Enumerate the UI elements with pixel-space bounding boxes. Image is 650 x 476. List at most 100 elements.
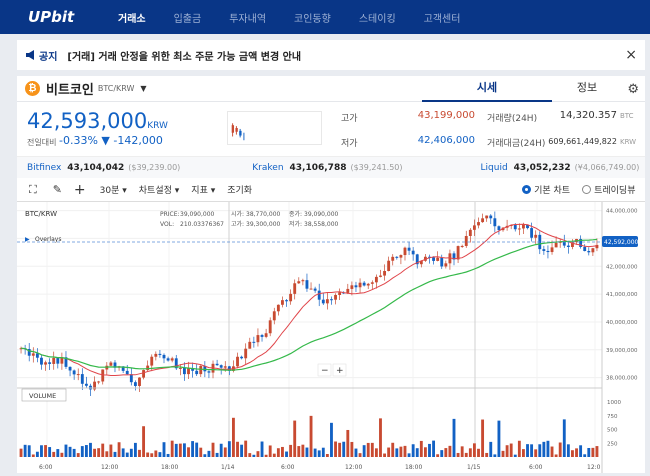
price-chart[interactable]: 44,000,00043,000,00042,000,00041,000,000… — [17, 202, 645, 473]
close-icon[interactable]: × — [625, 47, 637, 63]
price-tick-label: 38,000,000 — [606, 376, 638, 382]
volume-bar — [195, 442, 199, 457]
tradingview-radio[interactable]: 트레이딩뷰 — [582, 183, 635, 196]
bitcoin-icon: ₿ — [25, 81, 40, 96]
volume-24h-label: 거래량(24H) — [487, 114, 538, 124]
candle-body — [317, 290, 321, 300]
volume-bar — [358, 453, 362, 457]
high-label: 고가 — [341, 114, 358, 124]
exchange-name: Bitfinex — [27, 162, 62, 173]
candle-body — [219, 365, 223, 368]
volume-bar — [142, 426, 146, 457]
volume-bar — [497, 420, 501, 457]
zoom-in-icon[interactable]: + — [336, 366, 344, 376]
tab-info[interactable]: 정보 — [552, 76, 622, 102]
candle-body — [485, 215, 489, 219]
candle-body — [268, 320, 272, 334]
candle-body — [346, 288, 350, 293]
chart-canvas[interactable]: 44,000,00043,000,00042,000,00041,000,000… — [17, 202, 645, 473]
volume-bar — [550, 446, 554, 457]
volume-bar — [301, 444, 305, 457]
candle-body — [309, 288, 313, 290]
zoom-out-icon[interactable]: − — [321, 366, 329, 376]
volume-bar — [444, 448, 448, 457]
exchange-name: Liquid — [480, 162, 508, 173]
upbit-logo[interactable]: UPbit — [28, 8, 118, 26]
gear-icon[interactable]: ⚙ — [627, 82, 639, 97]
candle-body — [546, 250, 550, 253]
volume-bar — [248, 453, 252, 457]
candle-body — [276, 304, 280, 312]
exchange-price: 43,104,042 — [67, 162, 125, 173]
crosshair-icon[interactable]: + — [74, 182, 86, 198]
volume-bar — [182, 443, 186, 457]
volume-bar — [76, 453, 80, 457]
candle-body — [162, 354, 166, 359]
volume-bar — [334, 441, 337, 457]
volume-bar — [419, 440, 423, 457]
candle-body — [477, 222, 480, 226]
notice-text[interactable]: [거래] 거래 안정을 위한 최소 주문 가능 금액 변경 안내 — [67, 48, 301, 63]
volume-bar — [187, 447, 190, 457]
candle-body — [460, 245, 464, 247]
volume-bar — [513, 454, 517, 457]
volume-bar — [293, 420, 297, 457]
interval-select[interactable]: 30분 ▾ — [100, 183, 127, 196]
info-vol-value: 210.03376367 — [180, 221, 224, 228]
chart-settings-button[interactable]: 차트설정 ▾ — [139, 183, 180, 196]
volume-bar — [215, 452, 219, 457]
price-unit: KRW — [147, 121, 168, 131]
candle-body — [464, 235, 468, 246]
volume-bar — [146, 452, 150, 457]
chevron-down-icon[interactable]: ▼ — [140, 84, 146, 93]
candle-body — [133, 382, 137, 386]
exchange-price: 43,106,788 — [289, 162, 347, 173]
candle-body — [244, 348, 248, 359]
volume-bar — [252, 454, 256, 457]
pencil-icon[interactable]: ✎ — [53, 183, 62, 196]
nav-item-trends[interactable]: 코인동향 — [294, 10, 331, 25]
candle-body — [182, 367, 186, 375]
volume-bar — [325, 453, 329, 457]
candle-body — [305, 280, 309, 289]
candle-body — [489, 215, 493, 219]
indicators-button[interactable]: 지표 ▾ — [191, 183, 215, 196]
candle-body — [517, 228, 521, 230]
volume-bar — [121, 448, 125, 457]
notice-bar[interactable]: 공지 [거래] 거래 안정을 위한 최소 주문 가능 금액 변경 안내 × — [17, 40, 645, 70]
candle-body — [272, 311, 276, 321]
tab-price[interactable]: 시세 — [422, 76, 552, 102]
chart-toolbar: ⛶ ✎ + 30분 ▾ 차트설정 ▾ 지표 ▾ 조기화 기본 차트 트레이딩뷰 — [17, 178, 645, 202]
time-tick-label: 12:0 — [587, 464, 601, 471]
info-low-label: 저가: — [289, 220, 302, 228]
volume-bar — [379, 418, 382, 457]
basic-chart-radio[interactable]: 기본 차트 — [522, 183, 570, 196]
volume-bar — [591, 447, 595, 457]
candle-body — [456, 246, 460, 260]
nav-item-staking[interactable]: 스테이킹 — [359, 10, 396, 25]
fullscreen-icon[interactable]: ⛶ — [29, 183, 37, 197]
volume-bar — [468, 448, 472, 457]
candle-body — [150, 356, 154, 366]
volume-bar — [125, 452, 129, 457]
reset-button[interactable]: 조기화 — [227, 183, 252, 196]
high-value: 43,199,000 — [417, 110, 475, 121]
nav-item-exchange[interactable]: 거래소 — [118, 10, 146, 25]
volume-bar — [477, 448, 480, 457]
nav-item-deposit[interactable]: 입출금 — [174, 10, 202, 25]
volume-bar — [575, 448, 578, 457]
candle-body — [301, 280, 305, 282]
candle-body — [223, 366, 227, 368]
price-tick-label: 44,000,000 — [606, 209, 638, 215]
overlays-label[interactable]: Overlays — [35, 236, 61, 243]
volume-bar — [52, 451, 56, 457]
candle-body — [379, 275, 382, 277]
overlays-toggle-icon[interactable]: ▶ — [25, 236, 30, 243]
volume-bar — [436, 454, 440, 457]
volume-bar — [109, 444, 113, 457]
volume-bar — [23, 444, 27, 457]
nav-item-support[interactable]: 고객센터 — [424, 10, 461, 25]
coin-name[interactable]: 비트코인 — [46, 79, 94, 98]
nav-item-investments[interactable]: 투자내역 — [229, 10, 266, 25]
volume-bar — [517, 440, 521, 457]
